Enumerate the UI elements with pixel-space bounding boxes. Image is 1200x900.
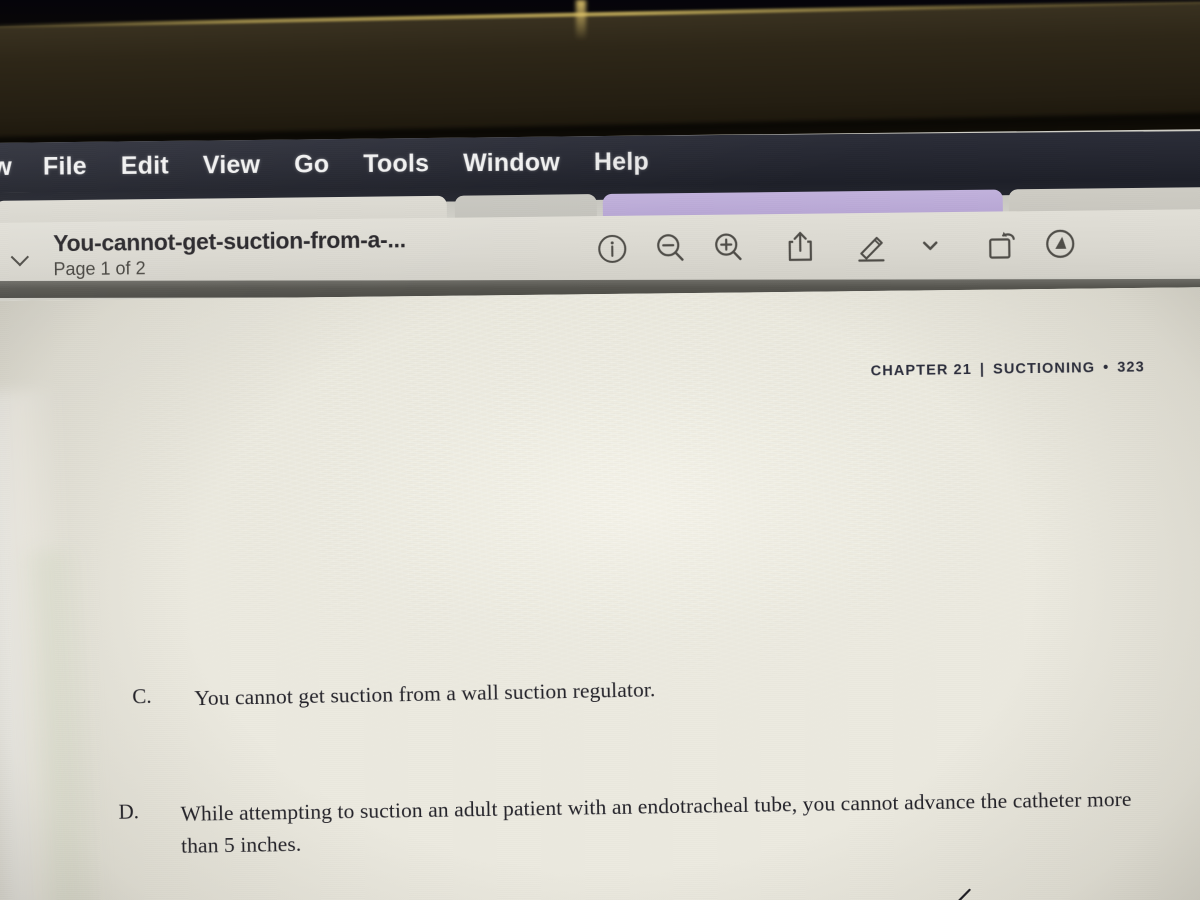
menu-item-go[interactable]: Go <box>277 150 346 180</box>
chevron-down-icon[interactable] <box>9 244 31 266</box>
pencil-markup-icon <box>854 229 890 263</box>
menu-item-app[interactable]: w <box>0 152 26 181</box>
menu-item-help[interactable]: Help <box>577 147 666 177</box>
zoom-out-button[interactable] <box>641 223 700 274</box>
preview-toolbar: You-cannot-get-suction-from-a-... Page 1… <box>0 208 1200 290</box>
info-circle-icon <box>596 233 628 265</box>
screen-content: w File Edit View Go Tools Window Help Yo… <box>0 128 1200 900</box>
pdf-page[interactable]: CHAPTER 21 | SUCTIONING • 323 C. You cannot … <box>0 286 1200 900</box>
toolbar-left-group: You-cannot-get-suction-from-a-... Page 1… <box>0 225 580 281</box>
share-button[interactable] <box>771 221 830 272</box>
share-up-arrow-icon <box>783 229 817 265</box>
running-head-separator: | <box>979 361 986 378</box>
magnifier-plus-icon <box>711 230 745 264</box>
menu-item-file[interactable]: File <box>26 152 104 182</box>
annotate-button[interactable] <box>1031 218 1090 269</box>
photo-of-laptop-screen: w File Edit View Go Tools Window Help Yo… <box>0 0 1200 900</box>
running-head-section: SUCTIONING <box>992 360 1096 378</box>
document-title-group: You-cannot-get-suction-from-a-... Page 1… <box>53 225 406 280</box>
rotate-page-icon <box>984 227 1020 261</box>
menu-item-view[interactable]: View <box>186 150 278 180</box>
menu-item-window[interactable]: Window <box>446 148 577 178</box>
menu-item-edit[interactable]: Edit <box>104 151 186 181</box>
bezel-light-glint <box>576 0 586 40</box>
rotate-button[interactable] <box>973 219 1032 270</box>
markup-options-button[interactable] <box>901 220 960 271</box>
info-button[interactable] <box>583 224 642 275</box>
option-letter: C. <box>132 683 152 709</box>
running-head-page-number: 323 <box>1117 359 1145 376</box>
option-letter: D. <box>118 799 140 824</box>
menu-item-tools[interactable]: Tools <box>346 149 446 179</box>
markup-button[interactable] <box>843 221 902 272</box>
chevron-down-icon <box>917 232 943 258</box>
running-head-bullet: • <box>1102 359 1110 377</box>
running-head-chapter: CHAPTER 21 <box>870 361 973 380</box>
magnifier-minus-icon <box>653 231 687 265</box>
zoom-in-button[interactable] <box>699 222 758 273</box>
page-title: You-cannot-get-suction-from-a-... <box>53 225 406 256</box>
circle-pen-icon <box>1043 227 1077 261</box>
toolbar-right-group <box>583 218 1090 274</box>
page-indicator: Page 1 of 2 <box>53 258 146 280</box>
